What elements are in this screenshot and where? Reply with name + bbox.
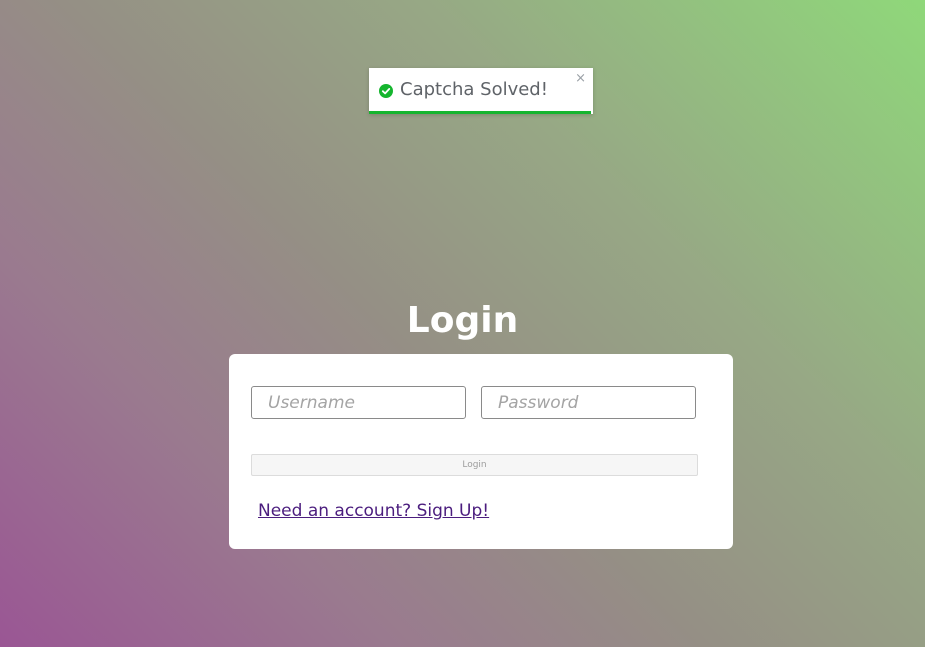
toast-close-button[interactable]: ×	[575, 71, 586, 87]
toast-progress-bar	[369, 111, 591, 114]
toast-message: Captcha Solved!	[400, 79, 548, 100]
check-circle-icon	[379, 84, 393, 98]
login-button[interactable]: Login	[251, 454, 698, 476]
captcha-toast: Captcha Solved! ×	[369, 68, 593, 114]
page-title: Login	[406, 300, 519, 341]
login-card: Login Need an account? Sign Up!	[229, 354, 733, 549]
password-input[interactable]	[481, 386, 696, 419]
username-input[interactable]	[251, 386, 466, 419]
signup-link[interactable]: Need an account? Sign Up!	[258, 499, 489, 523]
